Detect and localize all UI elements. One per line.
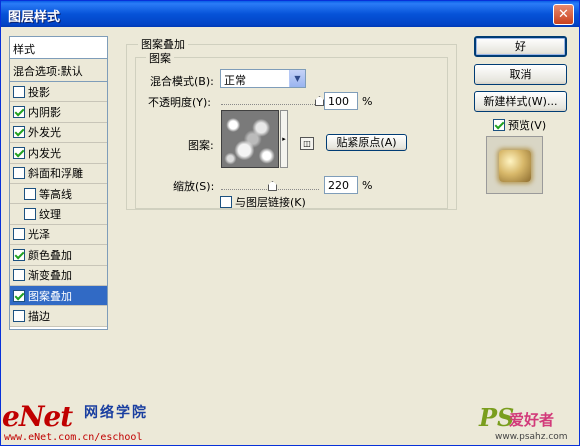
style-item-label: 斜面和浮雕 [28,167,83,181]
enet-logo: eNet [2,400,73,433]
style-item[interactable]: 渐变叠加 [10,265,107,286]
style-item-label: 内发光 [28,146,61,160]
style-item-checkbox[interactable] [13,126,25,139]
style-item-label: 光泽 [28,228,50,242]
style-item-checkbox[interactable] [13,289,25,302]
style-item[interactable]: 内阴影 [10,102,107,123]
preview-option[interactable]: 预览(V) [493,117,546,133]
link-with-layer-checkbox[interactable] [220,196,232,208]
style-item-checkbox[interactable] [13,85,25,98]
ps-logo-text: 爱好者 [509,411,555,429]
style-item[interactable]: 投影 [10,82,107,103]
chevron-down-icon[interactable]: ▼ [289,70,305,87]
opacity-slider-track[interactable] [221,104,319,105]
style-item-label: 内阴影 [28,106,61,120]
enet-url: www.eNet.com.cn/eschool [4,432,143,443]
style-item-label: 投影 [28,85,50,99]
style-item-checkbox[interactable] [13,167,25,180]
style-item-checkbox[interactable] [13,106,25,119]
opacity-label: 不透明度(Y): [148,96,212,109]
scale-unit: % [362,179,373,192]
style-preview-thumbnail [499,150,531,182]
style-item-checkbox[interactable] [13,248,25,261]
window-title: 图层样式 [8,10,61,25]
new-preset-icon[interactable]: ◫ [300,137,314,150]
pattern-swatch[interactable] [221,110,279,168]
style-item[interactable]: 外发光 [10,122,107,144]
scale-label: 缩放(S): [173,180,215,193]
blend-mode-select[interactable]: 正常 ▼ [220,69,306,88]
scale-input[interactable]: 220 [324,176,358,194]
style-item-label: 外发光 [28,126,61,140]
style-item-label: 描边 [28,310,50,323]
style-item-label: 颜色叠加 [28,248,72,262]
style-item[interactable]: 描边 [10,306,107,327]
close-icon[interactable]: ✕ [553,4,574,25]
styles-list-header[interactable]: 样式 [10,37,107,59]
style-item[interactable]: 内发光 [10,143,107,164]
new-style-button[interactable]: 新建样式(W)... [474,91,567,112]
style-preview [486,136,543,194]
style-item[interactable]: 斜面和浮雕 [10,163,107,184]
style-item-checkbox[interactable] [24,187,36,200]
style-item[interactable]: 颜色叠加 [10,245,107,266]
style-item-checkbox[interactable] [24,208,36,221]
ok-button[interactable]: 好 [474,36,567,57]
cancel-button[interactable]: 取消 [474,64,567,85]
styles-list: 样式 混合选项:默认 投影内阴影外发光内发光斜面和浮雕等高线纹理光泽颜色叠加渐变… [9,36,108,330]
preview-label: 预览(V) [508,119,547,132]
style-item-label: 图案叠加 [28,289,72,303]
style-item[interactable]: 光泽 [10,224,107,246]
ps-url: www.psahz.com [495,432,568,442]
opacity-unit: % [362,95,373,108]
blend-mode-label: 混合模式(B): [150,75,214,88]
style-item-label: 纹理 [39,208,61,222]
link-with-layer-label: 与图层链接(K) [235,196,306,209]
style-item[interactable]: 纹理 [10,204,107,225]
style-item-checkbox[interactable] [13,269,25,282]
style-item[interactable]: 等高线 [10,183,107,205]
link-with-layer-option[interactable]: 与图层链接(K) [220,194,306,210]
pattern-picker-arrow-icon[interactable]: ▸ [280,110,288,168]
blending-options-item[interactable]: 混合选项:默认 [10,59,107,82]
pattern-label: 图案: [188,139,214,152]
title-bar[interactable]: 图层样式 ✕ [1,1,579,27]
style-item-label: 渐变叠加 [28,269,72,283]
style-item-checkbox[interactable] [13,309,25,322]
enet-logo-text: 网络学院 [84,405,148,421]
preview-checkbox[interactable] [493,119,505,131]
style-item-checkbox[interactable] [13,146,25,159]
snap-to-origin-button[interactable]: 贴紧原点(A) [326,134,407,151]
style-item-checkbox[interactable] [13,228,25,241]
opacity-input[interactable]: 100 [324,92,358,110]
pattern-subgroup-title: 图案 [146,50,174,66]
style-item-label: 等高线 [39,187,72,201]
style-item[interactable]: 图案叠加 [10,285,107,307]
blend-mode-value: 正常 [224,74,246,87]
